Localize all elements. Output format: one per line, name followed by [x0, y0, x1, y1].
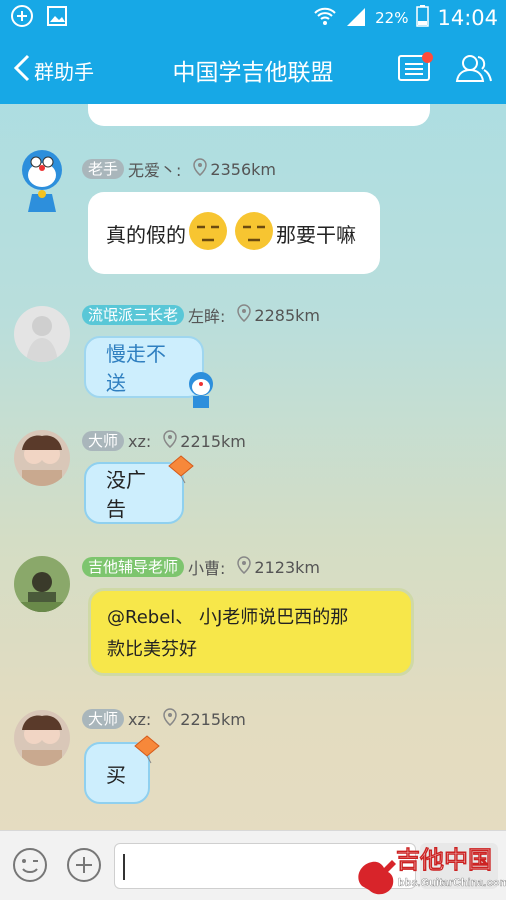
message-bubble[interactable]: 真的假的 那要干嘛 — [88, 192, 380, 274]
announcement-button[interactable] — [398, 52, 433, 86]
sender-name: 左眸: — [188, 307, 226, 326]
location-pin-icon — [163, 708, 178, 730]
avatar[interactable] — [14, 306, 70, 362]
message-bubble[interactable]: @Rebel、 小J老师说巴西的那 款比美芬好 — [88, 588, 414, 676]
image-icon — [46, 5, 68, 31]
avatar[interactable] — [12, 144, 72, 216]
signal-icon — [345, 6, 367, 30]
avatar[interactable] — [14, 710, 70, 766]
distance-value: 2285km — [254, 305, 320, 325]
message-text: 真的假的 — [106, 222, 186, 247]
member-badge: 大师 — [82, 431, 125, 451]
distance-value: 2356km — [210, 159, 276, 179]
more-options-button[interactable] — [66, 847, 102, 887]
doraemon-sticker-icon — [184, 370, 218, 414]
sender-name: xz: — [128, 709, 152, 729]
kite-sticker-icon — [166, 454, 196, 488]
message-text: 慢走不送 — [106, 342, 166, 395]
status-bar: 22% 14:04 — [0, 0, 506, 36]
member-badge: 老手 — [82, 159, 125, 179]
plus-circle-icon — [67, 848, 101, 882]
chevron-left-icon — [12, 53, 32, 87]
back-button[interactable]: 群助手 — [0, 36, 140, 104]
message-bubble-partial[interactable] — [88, 104, 430, 126]
distance-value: 2215km — [180, 709, 246, 729]
message-meta: 大师 xz: 2215km — [82, 708, 246, 730]
avatar[interactable] — [14, 430, 70, 486]
message-text: 买 — [106, 762, 126, 787]
kite-sticker-icon — [132, 734, 162, 768]
send-button[interactable] — [420, 843, 498, 889]
message-meta: 流氓派三长老 左眸: 2285km — [82, 304, 320, 326]
distance: 2123km — [237, 556, 320, 578]
battery-percent: 22% — [375, 9, 409, 27]
message-meta: 大师 xz: 2215km — [82, 430, 246, 452]
message-list[interactable]: 老手 无爱丶: 2356km 真的假的 那要干嘛 流氓派三长老 左眸: 2285… — [0, 104, 506, 830]
sender-name: 小曹: — [188, 559, 226, 578]
back-label: 群助手 — [34, 59, 94, 84]
battery-icon — [416, 5, 430, 31]
message-text-cont: 那要干嘛 — [276, 222, 356, 247]
unread-dot — [422, 52, 433, 63]
distance: 2285km — [237, 304, 320, 326]
member-badge: 吉他辅导老师 — [82, 557, 185, 577]
message-meta: 老手 无爱丶: 2356km — [82, 158, 276, 180]
add-circle-icon — [10, 4, 34, 32]
distance-value: 2123km — [254, 557, 320, 577]
clock: 14:04 — [437, 6, 498, 30]
smiley-icon — [13, 848, 47, 882]
member-badge: 大师 — [82, 709, 125, 729]
distance-value: 2215km — [180, 431, 246, 451]
message-text-cont: 款比美芬好 — [107, 639, 197, 660]
distance: 2215km — [163, 708, 246, 730]
message-text: 没广告 — [106, 468, 146, 521]
group-members-button[interactable] — [454, 53, 494, 87]
location-pin-icon — [163, 430, 178, 452]
emoji-button[interactable] — [12, 847, 48, 887]
sender-name: xz: — [128, 431, 152, 451]
input-bar — [0, 830, 506, 900]
sender-name: 无爱丶: — [128, 161, 182, 180]
avatar[interactable] — [14, 556, 70, 612]
unamused-emoji-icon — [188, 211, 228, 256]
members-icon — [454, 53, 494, 87]
distance: 2215km — [163, 430, 246, 452]
message-text: @Rebel、 小J老师说巴西的那 — [107, 607, 349, 628]
location-pin-icon — [193, 158, 208, 180]
location-pin-icon — [237, 556, 252, 578]
member-badge: 流氓派三长老 — [82, 305, 185, 325]
message-meta: 吉他辅导老师 小曹: 2123km — [82, 556, 320, 578]
location-pin-icon — [237, 304, 252, 326]
wifi-icon — [313, 6, 337, 30]
text-caret — [123, 854, 125, 880]
title-bar: 群助手 中国学吉他联盟 — [0, 36, 506, 104]
message-input[interactable] — [114, 843, 416, 889]
distance: 2356km — [193, 158, 276, 180]
unamused-emoji-icon — [234, 211, 274, 256]
